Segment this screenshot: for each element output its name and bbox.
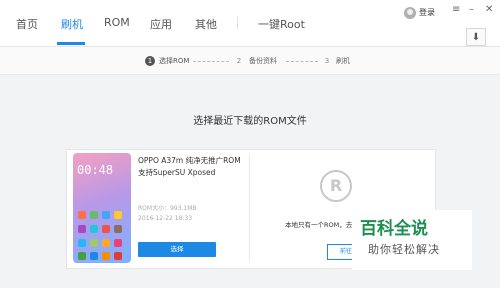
- step-1-number: 1: [145, 56, 155, 66]
- watermark-title: 百科全说: [360, 219, 428, 239]
- step-2-label: 备份资料: [249, 57, 277, 65]
- app-icon: [114, 225, 122, 233]
- app-icon: [114, 211, 122, 219]
- user-avatar-icon[interactable]: [404, 7, 416, 19]
- step-3-label: 刷机: [336, 57, 350, 65]
- app-icon: [90, 252, 98, 260]
- app-icon: [78, 239, 86, 247]
- nav-home[interactable]: 首页: [16, 16, 38, 32]
- download-icon[interactable]: ⬇: [466, 28, 486, 46]
- watermark-subtitle: 助你轻松解决: [368, 243, 440, 256]
- rom-logo-icon: R: [320, 170, 352, 202]
- app-icon: [102, 252, 110, 260]
- phone-clock: 00:48: [77, 163, 114, 177]
- close-icon[interactable]: ✕: [485, 4, 493, 15]
- select-button[interactable]: 选择: [138, 242, 216, 257]
- app-icon: [114, 239, 122, 247]
- app-icon: [78, 225, 86, 233]
- app-icon: [90, 211, 98, 219]
- app-icon: [90, 239, 98, 247]
- app-icon: [114, 252, 122, 260]
- minimize-icon[interactable]: –: [469, 4, 474, 15]
- page-heading: 选择最近下载的ROM文件: [193, 116, 307, 127]
- card-divider: [249, 154, 250, 262]
- nav-flash[interactable]: 刷机: [61, 16, 83, 32]
- phone-preview-image: 00:48: [73, 153, 131, 263]
- login-link[interactable]: 登录: [419, 7, 435, 18]
- menu-icon[interactable]: ≡: [452, 4, 460, 15]
- step-connector: [286, 61, 318, 62]
- rom-title: OPPO A37m 纯净无推广ROM 支持SuperSU Xposed: [138, 155, 241, 179]
- active-tab-indicator: [57, 42, 85, 45]
- app-icon: [102, 211, 110, 219]
- rom-title-line2: 支持SuperSU Xposed: [138, 168, 216, 177]
- app-icon: [102, 239, 110, 247]
- step-1-label: 选择ROM: [159, 57, 190, 65]
- nav-rom[interactable]: ROM: [104, 16, 130, 29]
- local-rom-message: 本地只有一个ROM，去: [285, 221, 353, 229]
- app-icon: [78, 252, 86, 260]
- nav-one-click-root[interactable]: 一键Root: [258, 16, 305, 32]
- app-icon: [90, 225, 98, 233]
- rom-size: ROM大小：993.1MB: [138, 205, 197, 212]
- nav-separator: [237, 17, 238, 29]
- rom-title-line1: OPPO A37m 纯净无推广ROM: [138, 156, 241, 165]
- app-icon: [78, 211, 86, 219]
- nav-apps[interactable]: 应用: [150, 16, 172, 32]
- step-2-number: 2: [236, 57, 242, 65]
- step-3-number: 3: [324, 57, 330, 65]
- nav-other[interactable]: 其他: [195, 16, 217, 32]
- rom-date: 2016-12-22 18:33: [138, 215, 193, 222]
- step-connector: [193, 61, 229, 62]
- app-icon: [102, 225, 110, 233]
